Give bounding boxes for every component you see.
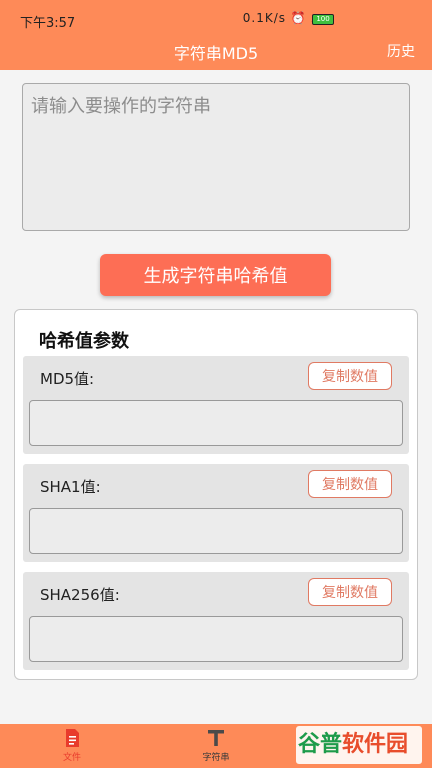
file-icon xyxy=(66,729,79,747)
alarm-icon: ⏰ xyxy=(290,11,307,25)
sha256-block: SHA256值: 复制数值 xyxy=(23,572,409,670)
copy-sha1-button[interactable]: 复制数值 xyxy=(308,470,392,498)
hash-panel-title: 哈希值参数 xyxy=(39,331,129,352)
tab-file-label: 文件 xyxy=(62,753,81,763)
sha1-value-field[interactable] xyxy=(29,508,403,554)
hash-panel: 哈希值参数 MD5值: 复制数值 SHA1值: 复制数值 SHA256值: 复制… xyxy=(14,309,418,680)
tab-file[interactable]: 文件 xyxy=(42,728,102,763)
sha1-block: SHA1值: 复制数值 xyxy=(23,464,409,562)
copy-sha256-button[interactable]: 复制数值 xyxy=(308,578,392,606)
tab-string[interactable]: 字符串 xyxy=(186,728,246,763)
watermark-part1: 谷普 xyxy=(298,732,343,757)
battery-icon: 100 xyxy=(312,14,334,25)
sha256-value-field[interactable] xyxy=(29,616,403,662)
md5-value-field[interactable] xyxy=(29,400,403,446)
string-input[interactable] xyxy=(22,83,410,231)
history-button[interactable]: 历史 xyxy=(387,41,415,61)
copy-md5-button[interactable]: 复制数值 xyxy=(308,362,392,390)
text-icon xyxy=(208,730,224,746)
tab-string-label: 字符串 xyxy=(202,753,230,763)
app-header: 下午3:57 0.1K/s ⏰ ▴ ◠ 100 字符串MD5 历史 xyxy=(0,0,432,70)
md5-block: MD5值: 复制数值 xyxy=(23,356,409,454)
watermark-logo: 谷普软件园 xyxy=(296,726,422,764)
network-speed: 0.1K/s xyxy=(242,11,287,25)
md5-label: MD5值: xyxy=(40,370,95,388)
sha1-label: SHA1值: xyxy=(40,478,101,496)
sha256-label: SHA256值: xyxy=(40,586,120,604)
status-time: 下午3:57 xyxy=(20,16,76,31)
watermark-part2: 软件园 xyxy=(342,732,409,757)
page-title: 字符串MD5 xyxy=(173,44,259,63)
generate-hash-button[interactable]: 生成字符串哈希值 xyxy=(100,254,331,296)
